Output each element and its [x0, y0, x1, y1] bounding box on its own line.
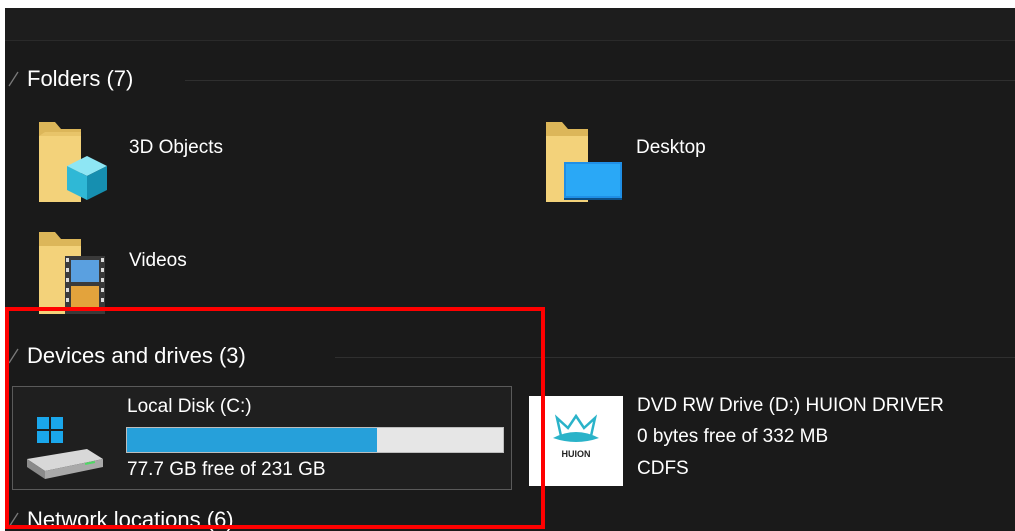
drive-usage-bar	[126, 427, 504, 453]
folder-item-desktop[interactable]: Desktop	[542, 116, 842, 211]
folder-item-videos[interactable]: Videos	[35, 226, 335, 314]
drive-name: DVD RW Drive (D:) HUION DRIVER	[637, 395, 944, 416]
group-divider	[185, 80, 1015, 81]
collapse-chevron-icon[interactable]	[7, 70, 19, 88]
folder-label: 3D Objects	[129, 137, 223, 158]
folder-desktop-icon	[546, 122, 622, 202]
folder-item-3d-objects[interactable]: 3D Objects	[35, 116, 335, 211]
drive-free-space: 77.7 GB free of 231 GB	[127, 459, 326, 480]
drive-filesystem: CDFS	[637, 458, 689, 479]
group-title-folders: Folders (7)	[27, 66, 134, 91]
group-header-devices[interactable]: Devices and drives (3)	[5, 342, 1015, 372]
group-title-devices: Devices and drives (3)	[27, 343, 246, 368]
screenshot-stage: Folders (7) 3D Objects Desktop Videos De…	[0, 0, 1015, 531]
collapse-chevron-icon[interactable]	[7, 511, 19, 529]
folder-label: Videos	[129, 250, 187, 271]
windows-hard-drive-icon	[27, 417, 103, 479]
drive-name: Local Disk (C:)	[127, 396, 252, 417]
folder-3d-objects-icon	[39, 122, 107, 202]
drive-item-local-disk-c[interactable]: Local Disk (C:) 77.7 GB free of 231 GB	[12, 386, 512, 490]
huion-logo-icon: HUION	[529, 396, 623, 486]
group-header-network[interactable]: Network locations (6)	[5, 506, 1015, 531]
group-divider	[335, 357, 1015, 358]
svg-text:HUION: HUION	[562, 449, 591, 459]
file-explorer-content-pane: Folders (7) 3D Objects Desktop Videos De…	[5, 8, 1015, 531]
toolbar-strip	[5, 8, 1015, 41]
group-title-network: Network locations (6)	[27, 507, 234, 531]
folder-videos-icon	[39, 232, 105, 314]
group-header-folders[interactable]: Folders (7)	[5, 65, 1015, 95]
drive-item-dvd-d[interactable]: HUION DVD RW Drive (D:) HUION DRIVER 0 b…	[527, 386, 1013, 490]
drive-free-space: 0 bytes free of 332 MB	[637, 426, 829, 447]
folder-label: Desktop	[636, 137, 706, 158]
drive-usage-fill	[127, 428, 377, 452]
collapse-chevron-icon[interactable]	[7, 347, 19, 365]
